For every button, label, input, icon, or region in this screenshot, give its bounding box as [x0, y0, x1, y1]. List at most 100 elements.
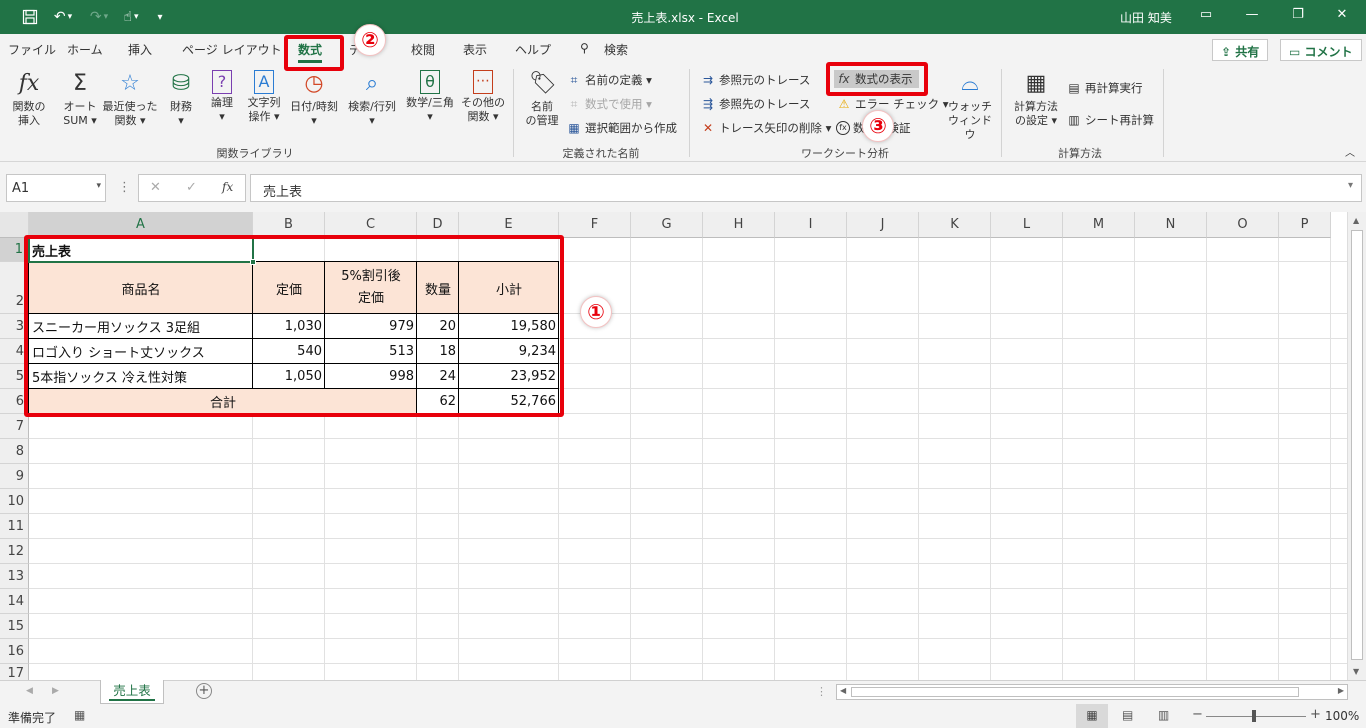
comment-button[interactable]: ▭ コメント: [1280, 39, 1362, 61]
group-separator: [1001, 69, 1002, 157]
touch-mode-icon[interactable]: ☝ ▾: [116, 7, 146, 27]
column-header-m[interactable]: M: [1063, 212, 1135, 238]
name-manager-button[interactable]: 🏷 名前 の管理: [520, 70, 564, 128]
calculation-options-button[interactable]: ▦ 計算方法 の設定 ▾: [1008, 70, 1064, 128]
row-header-7[interactable]: 7: [0, 414, 29, 439]
column-header-p[interactable]: P: [1279, 212, 1331, 238]
row-header-15[interactable]: 15: [0, 614, 29, 639]
enter-icon[interactable]: ✓: [186, 180, 197, 195]
column-header-n[interactable]: N: [1135, 212, 1207, 238]
use-in-formula-button[interactable]: ⌗ 数式で使用 ▾: [566, 96, 652, 112]
tab-review[interactable]: 校閲: [411, 41, 435, 58]
row-header-16[interactable]: 16: [0, 639, 29, 664]
column-header-k[interactable]: K: [919, 212, 991, 238]
column-header-j[interactable]: J: [847, 212, 919, 238]
tab-file[interactable]: ファイル: [8, 41, 56, 58]
insert-function-button[interactable]: fx 関数の 挿入: [8, 70, 50, 128]
column-header-i[interactable]: I: [775, 212, 847, 238]
zoom-in-icon[interactable]: +: [1310, 707, 1321, 722]
math-trig-button[interactable]: θ 数学/三角 ▾: [402, 70, 458, 124]
tab-insert[interactable]: 挿入: [128, 41, 152, 58]
save-icon[interactable]: [18, 7, 42, 27]
new-sheet-icon[interactable]: +: [196, 683, 212, 699]
calculate-sheet-button[interactable]: ▥ シート再計算: [1066, 112, 1154, 128]
row-header-8[interactable]: 8: [0, 439, 29, 464]
date-time-button[interactable]: ◷ 日付/時刻 ▾: [286, 70, 342, 128]
column-header-h[interactable]: H: [703, 212, 775, 238]
define-name-button[interactable]: ⌗ 名前の定義 ▾: [566, 72, 652, 88]
scroll-down-icon[interactable]: ▼: [1353, 667, 1359, 676]
glasses-icon: ⌓: [961, 71, 979, 96]
next-sheet-icon[interactable]: ▶: [52, 686, 59, 696]
ribbon-display-options-icon[interactable]: ▭: [1186, 7, 1226, 27]
remove-arrows-button[interactable]: ✕ トレース矢印の削除 ▾: [700, 120, 831, 136]
search-icon[interactable]: ⚲: [580, 41, 589, 55]
column-header-g[interactable]: G: [631, 212, 703, 238]
row-header-14[interactable]: 14: [0, 589, 29, 614]
more-functions-button[interactable]: ⋯ その他の 関数 ▾: [458, 70, 508, 124]
zoom-slider-thumb[interactable]: [1252, 710, 1256, 722]
name-box-dropdown-icon[interactable]: ▾: [96, 181, 101, 191]
tab-home[interactable]: ホーム: [67, 41, 103, 58]
restore-icon[interactable]: ❐: [1278, 7, 1318, 27]
name-box[interactable]: A1 ▾: [6, 174, 106, 202]
redo-icon[interactable]: ↷ ▾: [84, 7, 114, 27]
watch-window-button[interactable]: ⌓ ウォッチ ウィンドウ: [946, 70, 994, 142]
scroll-right-icon[interactable]: ▶: [1338, 686, 1344, 695]
insert-function-icon[interactable]: fx: [222, 180, 233, 194]
lookup-reference-button[interactable]: ⌕ 検索/行列 ▾: [344, 70, 400, 128]
share-button[interactable]: ⇪ 共有: [1212, 39, 1269, 61]
zoom-level[interactable]: 100%: [1325, 709, 1359, 723]
zoom-out-icon[interactable]: −: [1192, 707, 1203, 722]
title-bar: ↶ ▾ ↷ ▾ ☝ ▾ ▾ 売上表.xlsx - Excel 山田 知美 ▭ — ❐ …: [0, 0, 1366, 34]
row-header-12[interactable]: 12: [0, 539, 29, 564]
column-header-o[interactable]: O: [1207, 212, 1279, 238]
formula-input[interactable]: 売上表: [250, 174, 1362, 202]
horizontal-scrollbar[interactable]: ◀ ▶: [836, 684, 1348, 700]
gridline: [29, 488, 1347, 489]
text-button[interactable]: A 文字列 操作 ▾: [242, 70, 286, 124]
tab-page-layout[interactable]: ページ レイアウト: [182, 41, 282, 58]
row-header-11[interactable]: 11: [0, 514, 29, 539]
autosum-button[interactable]: Σ オート SUM ▾: [58, 70, 102, 128]
close-icon[interactable]: ✕: [1322, 7, 1362, 27]
scroll-up-icon[interactable]: ▲: [1353, 216, 1359, 225]
calculate-now-button[interactable]: ▤ 再計算実行: [1066, 80, 1142, 96]
create-from-selection-button[interactable]: ▦ 選択範囲から作成: [566, 120, 677, 136]
row-header-13[interactable]: 13: [0, 564, 29, 589]
column-header-f[interactable]: F: [559, 212, 631, 238]
page-layout-view-icon[interactable]: ▤: [1122, 708, 1133, 722]
select-all-corner[interactable]: [0, 212, 29, 238]
tab-help[interactable]: ヘルプ: [515, 41, 551, 58]
collapse-ribbon-icon[interactable]: ︿: [1345, 144, 1355, 159]
minimize-icon[interactable]: —: [1232, 7, 1272, 27]
zoom-slider[interactable]: [1206, 716, 1306, 717]
row-header-9[interactable]: 9: [0, 464, 29, 489]
cancel-icon[interactable]: ✕: [150, 180, 161, 195]
normal-view-icon[interactable]: ▦: [1076, 704, 1108, 728]
user-name[interactable]: 山田 知美: [1120, 9, 1172, 26]
more-options-icon[interactable]: ⋮: [118, 180, 131, 195]
more-options-icon[interactable]: ⋮: [816, 685, 827, 698]
logical-button[interactable]: ? 論理 ▾: [204, 70, 240, 124]
page-break-view-icon[interactable]: ▥: [1158, 708, 1169, 722]
trace-dependents-button[interactable]: ⇶ 参照先のトレース: [700, 96, 810, 112]
row-header-10[interactable]: 10: [0, 489, 29, 514]
macro-record-icon[interactable]: ▦: [74, 708, 85, 722]
scroll-thumb[interactable]: [1351, 230, 1363, 660]
error-checking-button[interactable]: ⚠ エラー チェック ▾: [836, 96, 949, 112]
undo-icon[interactable]: ↶ ▾: [48, 7, 78, 27]
tab-view[interactable]: 表示: [463, 41, 487, 58]
vertical-scrollbar[interactable]: ▲ ▼: [1347, 212, 1366, 680]
prev-sheet-icon[interactable]: ◀: [26, 686, 33, 696]
scroll-left-icon[interactable]: ◀: [840, 686, 846, 695]
expand-formula-bar-icon[interactable]: ▾: [1348, 180, 1353, 191]
recently-used-button[interactable]: ☆ 最近使った 関数 ▾: [102, 70, 158, 128]
financial-button[interactable]: ⛁ 財務 ▾: [162, 70, 200, 128]
sheet-tab-sales[interactable]: 売上表: [100, 680, 164, 704]
tab-search[interactable]: 検索: [604, 41, 628, 58]
customize-qat-icon[interactable]: ▾: [152, 7, 168, 27]
column-header-l[interactable]: L: [991, 212, 1063, 238]
trace-precedents-button[interactable]: ⇉ 参照元のトレース: [700, 72, 810, 88]
hscroll-thumb[interactable]: [851, 687, 1299, 697]
